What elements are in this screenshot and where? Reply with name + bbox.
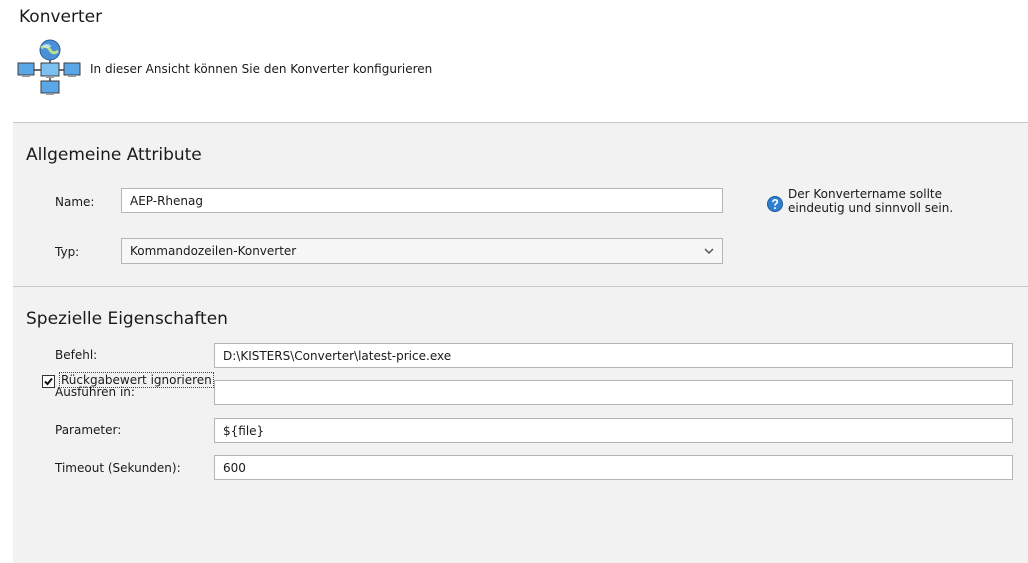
type-select[interactable]: Kommandozeilen-Konverter — [121, 238, 723, 264]
name-hint-line2: eindeutig und sinnvoll sein. — [788, 201, 954, 215]
checkmark-icon — [44, 377, 53, 386]
name-input[interactable] — [121, 188, 723, 213]
ignore-return-checkbox[interactable] — [42, 375, 55, 388]
content-panel: Allgemeine Attribute Name: Der Konverter… — [13, 122, 1028, 563]
name-label: Name: — [55, 195, 95, 209]
command-label: Befehl: — [55, 348, 98, 362]
timeout-label: Timeout (Sekunden): — [55, 461, 181, 475]
timeout-input[interactable] — [214, 455, 1013, 480]
network-computers-icon — [17, 39, 81, 95]
command-input[interactable] — [214, 343, 1013, 368]
params-input[interactable] — [214, 418, 1013, 443]
type-select-value: Kommandozeilen-Konverter — [130, 244, 297, 258]
header: Konverter In dieser Ansicht können Sie d… — [0, 0, 1028, 122]
params-label: Parameter: — [55, 423, 122, 437]
section-title-special: Spezielle Eigenschaften — [26, 309, 228, 329]
type-label: Typ: — [55, 245, 80, 259]
section-title-general: Allgemeine Attribute — [26, 145, 202, 165]
name-hint-line1: Der Konvertername sollte — [788, 187, 943, 201]
page-title: Konverter — [19, 7, 103, 27]
help-icon — [767, 196, 783, 212]
workdir-label: Ausführen in: — [55, 385, 135, 399]
ignore-return-label[interactable]: Rückgabewert ignorieren — [59, 372, 214, 388]
header-description: In dieser Ansicht können Sie den Konvert… — [90, 62, 433, 76]
workdir-input[interactable] — [214, 380, 1013, 405]
name-hint: Der Konvertername sollte eindeutig und s… — [788, 187, 988, 215]
section-separator — [13, 286, 1028, 287]
chevron-down-icon — [704, 248, 714, 255]
